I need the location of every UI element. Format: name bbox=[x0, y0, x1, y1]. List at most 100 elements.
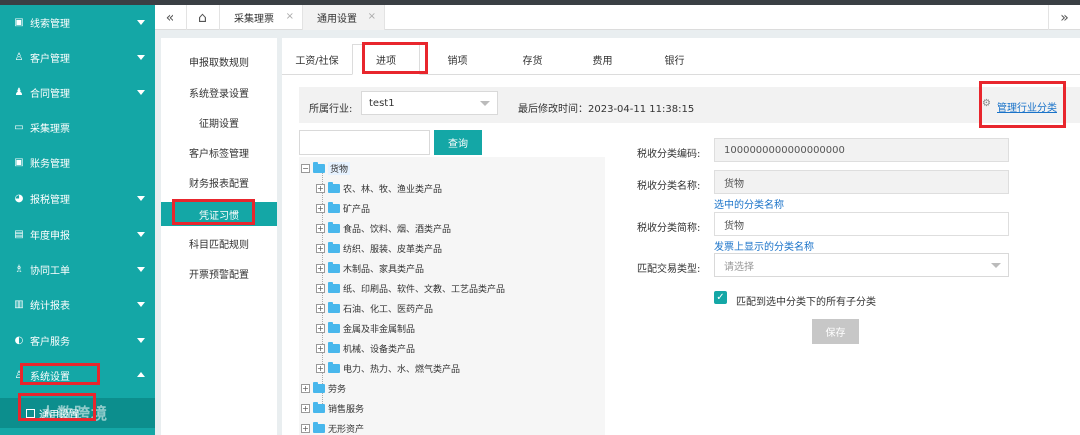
expand-icon[interactable]: + bbox=[316, 363, 325, 373]
close-icon[interactable]: × bbox=[286, 11, 294, 22]
match-subcategories-label: 匹配到选中分类下的所有子分类 bbox=[736, 297, 876, 308]
card-icon: ▭ bbox=[14, 122, 24, 133]
sidebar-item-label: 客户管理 bbox=[30, 54, 70, 65]
annotation-box bbox=[979, 81, 1066, 128]
sidebar-item-leads[interactable]: ▣ 线索管理 bbox=[0, 5, 155, 40]
folder-icon bbox=[328, 361, 340, 373]
home-icon[interactable]: ⌂ bbox=[186, 5, 218, 30]
menu-item-period-settings[interactable]: 征期设置 bbox=[161, 110, 277, 134]
tree-node-label: 机械、设备类产品 bbox=[343, 344, 416, 355]
folder-icon bbox=[328, 221, 340, 233]
industry-label: 所属行业: bbox=[309, 104, 353, 115]
sidebar-item-customers[interactable]: ♙ 客户管理 bbox=[0, 40, 155, 75]
tree-node-label: 矿产品 bbox=[343, 204, 371, 215]
menu-item-customer-tags[interactable]: 客户标签管理 bbox=[161, 140, 277, 164]
tab-invoice-collect[interactable]: 采集理票 × bbox=[219, 5, 302, 30]
tree-node-label: 石油、化工、医药产品 bbox=[343, 304, 434, 315]
tree-node[interactable]: + 石油、化工、医药产品 bbox=[316, 301, 433, 315]
search-button[interactable]: 查询 bbox=[434, 130, 482, 155]
caret-down-icon bbox=[480, 101, 490, 106]
collapse-sidebar-button[interactable]: « bbox=[155, 5, 185, 30]
tab-expenses[interactable]: 费用 bbox=[575, 44, 630, 75]
tab-label: 采集理票 bbox=[234, 14, 274, 25]
save-button[interactable]: 保存 bbox=[812, 319, 859, 344]
expand-icon[interactable]: + bbox=[316, 183, 325, 193]
main-panel: 工资/社保 进项 销项 存货 费用 银行 所属行业: test1 最后修改时间：… bbox=[282, 38, 1080, 435]
tree-node[interactable]: + 矿产品 bbox=[316, 201, 370, 215]
industry-select[interactable]: test1 bbox=[361, 91, 498, 115]
sidebar-item-tax[interactable]: ◕ 报税管理 bbox=[0, 181, 155, 216]
tree-node[interactable]: + 食品、饮料、烟、酒类产品 bbox=[316, 221, 451, 235]
folder-icon bbox=[328, 341, 340, 353]
annotation-box bbox=[362, 42, 428, 74]
tree-node[interactable]: + 电力、热力、水、燃气类产品 bbox=[316, 361, 460, 375]
tax-short-field[interactable]: 货物 bbox=[714, 212, 1009, 236]
tree-node-services[interactable]: + 劳务 bbox=[301, 381, 346, 395]
tree-node-label: 纺织、服装、皮革类产品 bbox=[343, 244, 443, 255]
tree-node-label: 销售服务 bbox=[328, 404, 365, 415]
expand-icon[interactable]: + bbox=[301, 383, 310, 393]
tree-node-label: 农、林、牧、渔业类产品 bbox=[343, 184, 443, 195]
sidebar-item-accounting[interactable]: ▣ 账务管理 bbox=[0, 145, 155, 180]
tree-node[interactable]: + 金属及非金属制品 bbox=[316, 321, 415, 335]
sidebar-item-contracts[interactable]: ♟ 合同管理 bbox=[0, 75, 155, 110]
expand-icon[interactable]: + bbox=[301, 423, 310, 433]
bar-chart-icon: ▥ bbox=[14, 299, 24, 310]
tree-node-intangible[interactable]: + 无形资产 bbox=[301, 421, 364, 435]
calendar-icon: ▤ bbox=[14, 229, 24, 240]
team-icon: ♗ bbox=[14, 264, 24, 275]
tree-node[interactable]: + 机械、设备类产品 bbox=[316, 341, 415, 355]
tree-search-input[interactable] bbox=[299, 130, 430, 155]
expand-icon[interactable]: + bbox=[301, 403, 310, 413]
tree-node[interactable]: + 纸、印刷品、软件、文教、工艺品类产品 bbox=[316, 281, 505, 295]
tab-output-tax[interactable]: 销项 bbox=[430, 44, 485, 75]
person-icon: ♟ bbox=[14, 87, 24, 98]
tab-salary[interactable]: 工资/社保 bbox=[282, 44, 352, 75]
tree-node[interactable]: + 纺织、服装、皮革类产品 bbox=[316, 241, 442, 255]
expand-tabs-button[interactable]: » bbox=[1048, 5, 1080, 30]
folder-icon bbox=[328, 321, 340, 333]
user-icon: ♙ bbox=[14, 52, 24, 63]
match-subcategories-checkbox[interactable]: ✓ bbox=[714, 291, 727, 304]
expand-icon[interactable]: + bbox=[316, 283, 325, 293]
collapse-icon[interactable]: − bbox=[301, 163, 310, 173]
annotation-box bbox=[20, 363, 100, 385]
sidebar-item-label: 年度申报 bbox=[30, 231, 70, 242]
sidebar-item-workorder[interactable]: ♗ 协同工单 bbox=[0, 252, 155, 287]
expand-icon[interactable]: + bbox=[316, 263, 325, 273]
sidebar-item-invoice-collect[interactable]: ▭ 采集理票 bbox=[0, 110, 155, 145]
tree-node[interactable]: + 木制品、家具类产品 bbox=[316, 261, 424, 275]
sidebar-item-annual[interactable]: ▤ 年度申报 bbox=[0, 217, 155, 252]
menu-item-report-config[interactable]: 财务报表配置 bbox=[161, 170, 277, 194]
expand-icon[interactable]: + bbox=[316, 243, 325, 253]
tax-category-tree: − 货物 + 农、林、牧、渔业类产品 + 矿产品 + 食品、饮料、烟、酒类产品 + 纺织… bbox=[299, 157, 605, 435]
expand-icon[interactable]: + bbox=[316, 203, 325, 213]
sidebar-item-label: 统计报表 bbox=[30, 301, 70, 312]
tab-inventory[interactable]: 存货 bbox=[505, 44, 560, 75]
close-icon[interactable]: × bbox=[368, 11, 376, 22]
tab-bank[interactable]: 银行 bbox=[647, 44, 702, 75]
tree-node-goods[interactable]: − 货物 bbox=[301, 161, 351, 175]
menu-item-account-match[interactable]: 科目匹配规则 bbox=[161, 231, 277, 255]
menu-item-invoice-alert[interactable]: 开票预警配置 bbox=[161, 261, 277, 285]
folder-icon bbox=[328, 301, 340, 313]
expand-icon[interactable]: + bbox=[316, 303, 325, 313]
tree-node-sales-services[interactable]: + 销售服务 bbox=[301, 401, 364, 415]
menu-item-login-settings[interactable]: 系统登录设置 bbox=[161, 80, 277, 104]
folder-icon bbox=[328, 281, 340, 293]
trade-type-label: 匹配交易类型: bbox=[637, 264, 701, 275]
folder-icon bbox=[328, 241, 340, 253]
tree-node[interactable]: + 农、林、牧、渔业类产品 bbox=[316, 181, 442, 195]
sidebar-item-service[interactable]: ◐ 客户服务 bbox=[0, 323, 155, 358]
tree-node-label: 食品、饮料、烟、酒类产品 bbox=[343, 224, 452, 235]
trade-type-select[interactable]: 请选择 bbox=[714, 253, 1009, 277]
expand-icon[interactable]: + bbox=[316, 343, 325, 353]
expand-icon[interactable]: + bbox=[316, 223, 325, 233]
sidebar-item-reports[interactable]: ▥ 统计报表 bbox=[0, 287, 155, 322]
tab-general-settings[interactable]: 通用设置 × bbox=[302, 5, 385, 30]
folder-icon bbox=[313, 381, 325, 393]
menu-item-declare-rules[interactable]: 申报取数规则 bbox=[161, 49, 277, 73]
folder-icon bbox=[313, 161, 325, 173]
expand-icon[interactable]: + bbox=[316, 323, 325, 333]
service-icon: ◐ bbox=[14, 335, 24, 346]
